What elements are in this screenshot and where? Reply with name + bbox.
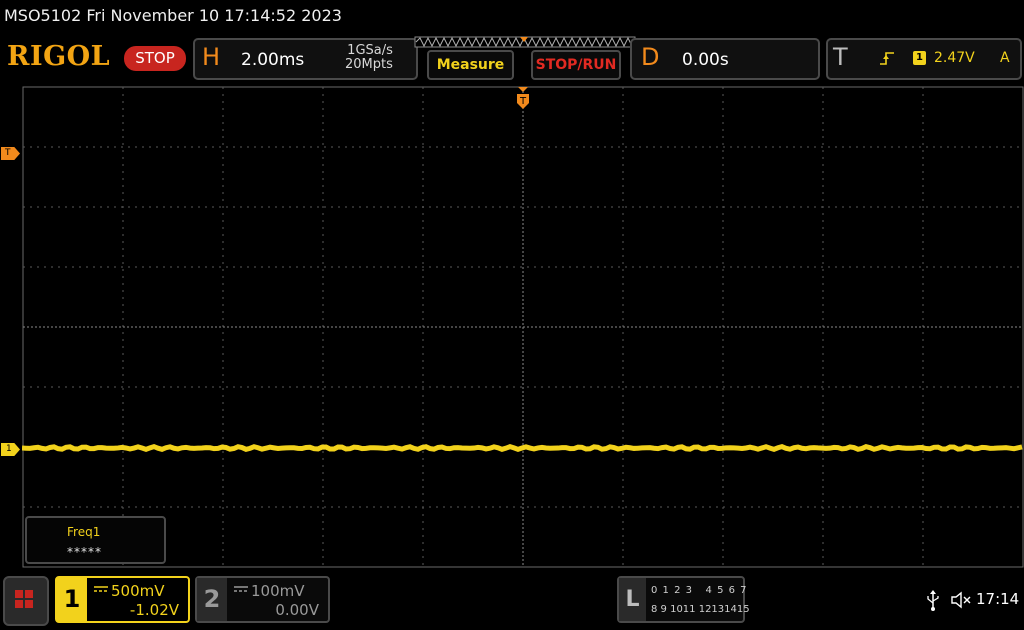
- horizontal-panel[interactable]: H 2.00ms 1GSa/s 20Mpts: [193, 38, 418, 80]
- channel1-scale: 500mV: [111, 582, 165, 600]
- memory-position-strip: [414, 36, 636, 48]
- channel2-offset: 0.00V: [275, 601, 319, 619]
- run-state-badge[interactable]: STOP: [124, 46, 186, 71]
- measurement-value: *****: [67, 545, 102, 559]
- memory-depth: 20Mpts: [345, 57, 393, 72]
- channel1-number: 1: [57, 578, 87, 621]
- clock: 17:14: [976, 590, 1020, 608]
- channel2-panel[interactable]: 2 100mV 0.00V: [195, 576, 330, 623]
- measure-button[interactable]: Measure: [427, 50, 514, 80]
- dc-coupling-icon: [234, 585, 248, 596]
- logic-channels-high: 8 9 1011 12131415: [651, 604, 750, 615]
- bottom-bar: 1 500mV -1.02V 2 100mV 0.00V L 0 1 2 3 4…: [0, 570, 1024, 630]
- trigger-letter: T: [833, 43, 848, 71]
- trigger-level-marker[interactable]: T: [1, 147, 20, 160]
- trigger-position-label: T: [519, 96, 527, 107]
- channel2-number: 2: [197, 578, 227, 621]
- logic-analyzer-panel[interactable]: L 0 1 2 3 4 5 6 7 8 9 1011 12131415: [617, 576, 750, 623]
- ch1-ground-marker[interactable]: 1: [1, 443, 20, 456]
- waveform-grid[interactable]: [22, 86, 1024, 568]
- stop-run-button[interactable]: STOP/RUN: [531, 50, 621, 80]
- ch1-trace: [22, 443, 1023, 453]
- sample-rate: 1GSa/s: [347, 43, 393, 58]
- delay-letter: D: [641, 43, 660, 71]
- logic-channels-low: 0 1 2 3 4 5 6 7: [651, 585, 748, 596]
- brand-logo: RIGOL: [7, 41, 111, 72]
- dc-coupling-icon: [94, 585, 108, 596]
- speaker-muted-icon[interactable]: [950, 590, 972, 610]
- title-line: MSO5102 Fri November 10 17:14:52 2023: [0, 0, 1024, 34]
- delay-panel[interactable]: D 0.00s: [630, 38, 820, 80]
- timebase-value: 2.00ms: [241, 50, 305, 70]
- trigger-position-marker[interactable]: T: [516, 87, 530, 109]
- horizontal-letter: H: [202, 43, 221, 71]
- trigger-panel[interactable]: T 1 2.47V A: [826, 38, 1022, 80]
- logic-letter: L: [619, 578, 646, 621]
- model-datetime: MSO5102 Fri November 10 17:14:52 2023: [4, 6, 342, 25]
- main-menu-button[interactable]: [3, 576, 49, 626]
- trigger-level: 2.47V: [934, 50, 975, 66]
- channel1-offset: -1.02V: [129, 601, 179, 619]
- channel1-panel[interactable]: 1 500mV -1.02V: [55, 576, 190, 623]
- sample-info: 1GSa/s 20Mpts: [345, 44, 393, 72]
- channel2-scale: 100mV: [251, 582, 305, 600]
- rising-edge-icon: [880, 50, 894, 70]
- usb-icon: [925, 590, 941, 612]
- delay-value: 0.00s: [682, 50, 729, 70]
- freq-measurement-box[interactable]: Freq1 *****: [25, 516, 166, 564]
- trigger-mode: A: [1000, 50, 1010, 66]
- measurement-label: Freq1: [67, 525, 101, 539]
- top-bar: RIGOL STOP H 2.00ms 1GSa/s 20Mpts Measur…: [0, 36, 1024, 84]
- trigger-source-badge: 1: [913, 51, 926, 65]
